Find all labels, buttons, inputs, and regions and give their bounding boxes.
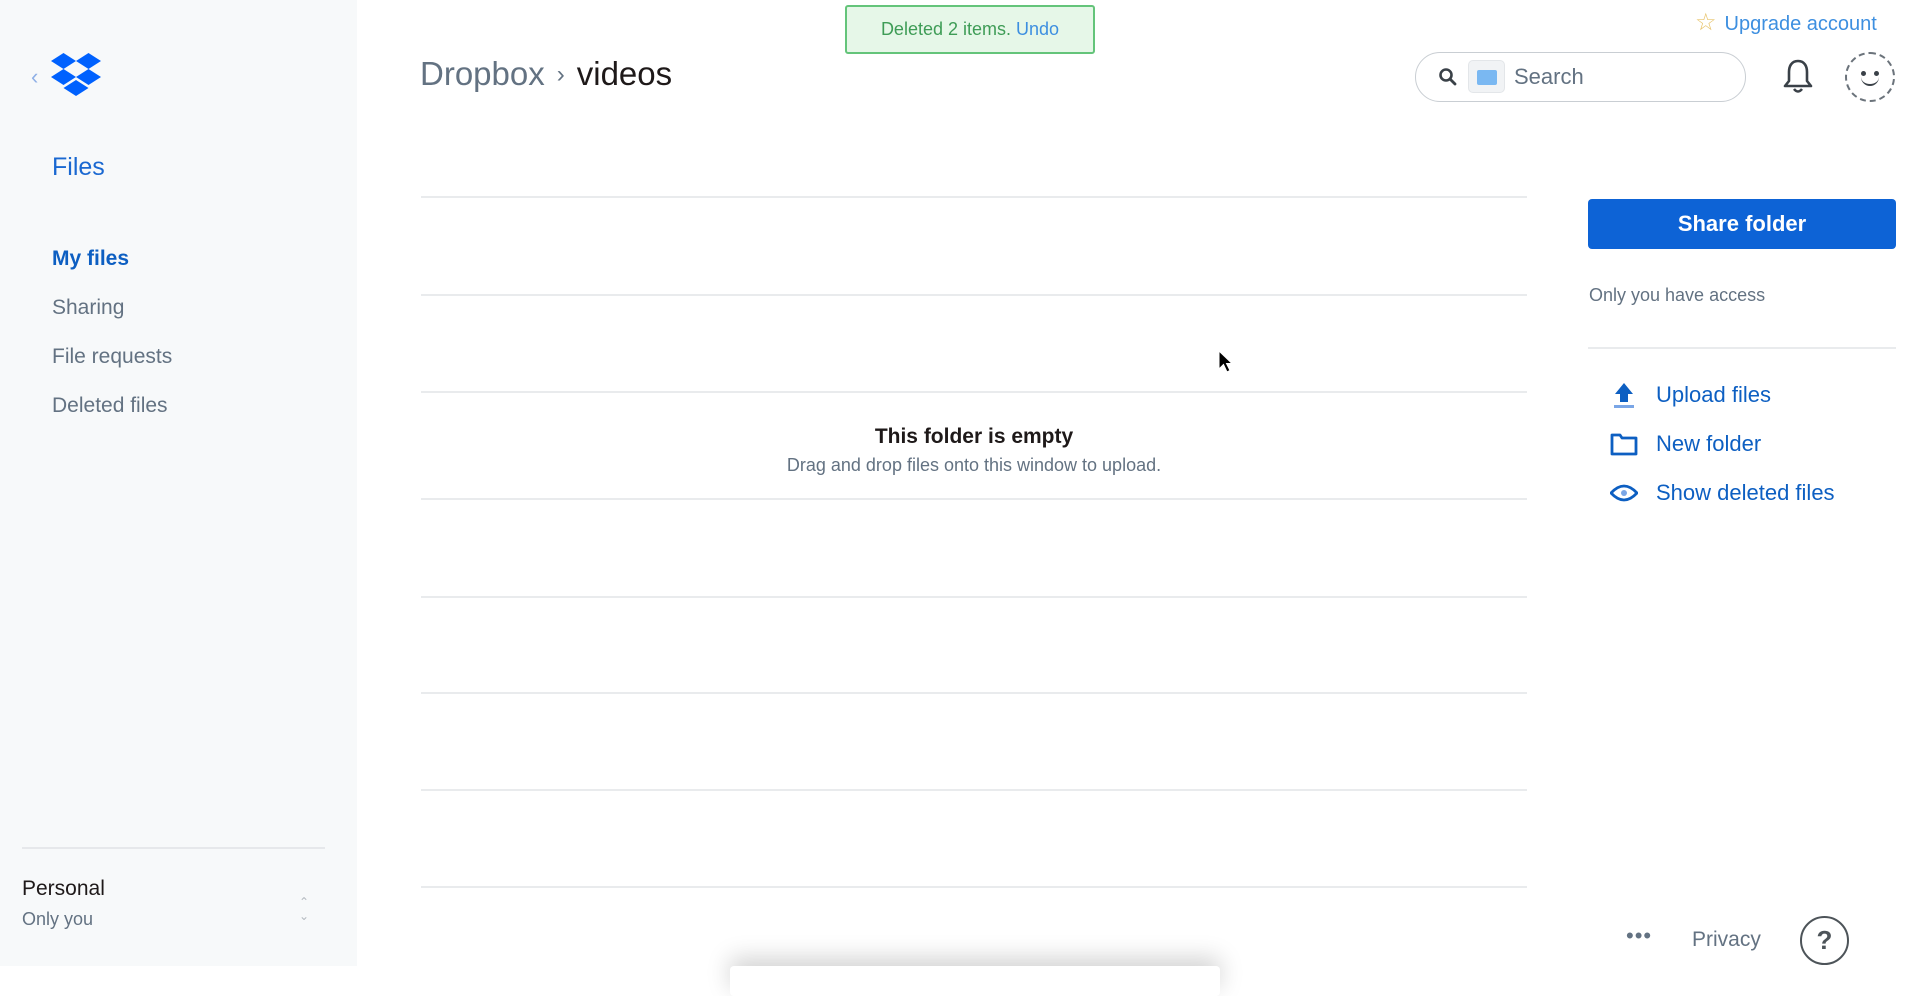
new-folder-action[interactable]: New folder bbox=[1610, 419, 1835, 468]
divider bbox=[1588, 347, 1896, 349]
empty-state-title: This folder is empty bbox=[874, 425, 1074, 448]
row-divider bbox=[421, 596, 1527, 598]
upload-icon bbox=[1610, 381, 1638, 409]
eye-icon bbox=[1610, 479, 1638, 507]
account-switcher[interactable]: Personal Only you bbox=[22, 877, 105, 930]
breadcrumb: Dropbox › videos bbox=[420, 55, 672, 93]
toast-message: Deleted 2 items. bbox=[880, 19, 1011, 39]
share-folder-button[interactable]: Share folder bbox=[1588, 199, 1896, 249]
access-text: Only you have access bbox=[1589, 285, 1766, 305]
bell-icon[interactable] bbox=[1782, 57, 1814, 95]
folder-actions: Upload files New folder Show deleted fil… bbox=[1610, 370, 1835, 517]
avatar[interactable] bbox=[1845, 52, 1895, 102]
section-title[interactable]: Files bbox=[52, 153, 105, 182]
upgrade-label: Upgrade account bbox=[1724, 13, 1877, 35]
sidebar-item-my-files[interactable]: My files bbox=[52, 245, 172, 294]
row-divider bbox=[421, 391, 1527, 393]
privacy-link[interactable]: Privacy bbox=[1692, 928, 1761, 952]
chevron-right-icon: › bbox=[556, 61, 565, 88]
help-button[interactable]: ? bbox=[1800, 916, 1849, 965]
divider bbox=[22, 847, 325, 849]
sidebar: ‹ Files My files Sharing File requests D… bbox=[0, 0, 357, 966]
show-deleted-files-action[interactable]: Show deleted files bbox=[1610, 468, 1835, 517]
empty-state-subtitle: Drag and drop files onto this window to … bbox=[786, 455, 1162, 475]
breadcrumb-root[interactable]: Dropbox bbox=[420, 55, 545, 92]
empty-state: This folder is empty Drag and drop files… bbox=[421, 425, 1527, 476]
row-divider bbox=[421, 294, 1527, 296]
more-options-icon[interactable]: ••• bbox=[1626, 925, 1652, 947]
undo-link[interactable]: Undo bbox=[1016, 19, 1059, 39]
upload-files-action[interactable]: Upload files bbox=[1610, 370, 1835, 419]
breadcrumb-current: videos bbox=[576, 55, 673, 92]
star-icon: ☆ bbox=[1695, 9, 1717, 36]
row-divider bbox=[421, 886, 1527, 888]
chevron-left-icon[interactable]: ‹ bbox=[31, 66, 38, 88]
chevron-updown-icon[interactable]: ⌃ ⌄ bbox=[299, 895, 309, 923]
search-icon bbox=[1439, 68, 1457, 86]
row-divider bbox=[421, 498, 1527, 500]
folder-icon[interactable] bbox=[1468, 60, 1505, 93]
upload-files-label: Upload files bbox=[1656, 381, 1771, 407]
bottom-panel bbox=[730, 966, 1220, 996]
search-input[interactable] bbox=[1514, 63, 1724, 91]
search-bar[interactable] bbox=[1415, 52, 1746, 102]
account-name: Personal bbox=[22, 877, 105, 900]
undo-toast: Deleted 2 items. Undo bbox=[845, 5, 1095, 54]
dropbox-logo-icon[interactable] bbox=[51, 53, 101, 97]
row-divider bbox=[421, 196, 1527, 198]
row-divider bbox=[421, 789, 1527, 791]
row-divider bbox=[421, 692, 1527, 694]
sidebar-item-deleted-files[interactable]: Deleted files bbox=[52, 392, 172, 441]
sidebar-item-file-requests[interactable]: File requests bbox=[52, 343, 172, 392]
mouse-cursor-icon bbox=[1218, 350, 1234, 373]
sidebar-item-sharing[interactable]: Sharing bbox=[52, 294, 172, 343]
new-folder-label: New folder bbox=[1656, 430, 1762, 456]
show-deleted-files-label: Show deleted files bbox=[1656, 479, 1835, 505]
sidebar-nav: My files Sharing File requests Deleted f… bbox=[52, 245, 172, 441]
account-subtitle: Only you bbox=[22, 909, 94, 929]
folder-icon bbox=[1610, 430, 1638, 458]
avatar-mouth bbox=[1861, 76, 1879, 86]
upgrade-account-link[interactable]: ☆ Upgrade account bbox=[1695, 8, 1877, 37]
